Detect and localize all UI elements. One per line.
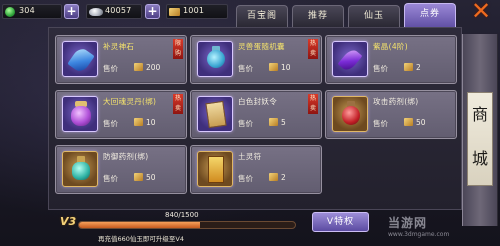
item-slot [197, 41, 233, 77]
vip-progress-fill [79, 222, 200, 228]
item-card[interactable]: 防御药剂(绑) 售价 50 [55, 145, 187, 194]
ticket-icon [269, 118, 278, 126]
item-price: 200 [146, 63, 161, 72]
item-price-label: 售价 [238, 119, 253, 128]
tab-treasure-pavilion[interactable]: 百宝阁 [236, 5, 288, 27]
watermark: 当游网 www.3dmgame.com [388, 214, 449, 238]
watermark-text: 当游网 [388, 216, 428, 230]
item-price: 50 [416, 118, 426, 127]
item-name: 攻击药剂(绑) [373, 97, 419, 106]
ticket-balance: 1001 [166, 4, 228, 19]
item-card[interactable]: 土灵符 售价 2 [190, 145, 322, 194]
item-price-label: 售价 [238, 64, 253, 73]
hot-badge: 热卖 [308, 39, 318, 59]
hot-badge: 热卖 [308, 94, 318, 114]
ticket-icon [269, 63, 278, 71]
silver-value: 40057 [105, 6, 132, 15]
shop-title: 商城 [471, 105, 488, 168]
item-name: 大回魂灵丹(绑) [103, 97, 157, 106]
item-name: 土灵符 [238, 152, 262, 161]
teal-potion-icon [72, 162, 90, 180]
tab-jade[interactable]: 仙玉 [348, 5, 400, 27]
item-card[interactable]: 大回魂灵丹(绑) 售价 10 热卖 [55, 90, 187, 139]
close-button[interactable]: ✕ [466, 0, 496, 24]
items-panel: 补灵神石 售价 200 限购 灵兽蛋随机囊 售价 10 热卖 紫晶(4阶) 售价… [48, 27, 462, 210]
vip-progress-bar [78, 221, 296, 229]
vip-progress-text: 840/1500 [165, 211, 199, 219]
item-price-label: 售价 [103, 174, 118, 183]
vip-privilege-button[interactable]: V特权 [312, 212, 369, 232]
ticket-icon [404, 118, 413, 126]
add-silver-button[interactable]: + [145, 4, 160, 19]
purple-jar-icon [71, 106, 91, 126]
blue-flask-icon [207, 50, 225, 68]
tab-tickets[interactable]: 点券 [404, 3, 456, 28]
seal-scroll-icon [205, 100, 227, 129]
item-card[interactable]: 白色封妖令 售价 5 热卖 [190, 90, 322, 139]
item-price: 2 [281, 173, 286, 182]
item-price: 2 [416, 63, 421, 72]
close-icon: ✕ [470, 0, 492, 25]
item-card[interactable]: 补灵神石 售价 200 限购 [55, 35, 187, 84]
item-card[interactable]: 灵兽蛋随机囊 售价 10 热卖 [190, 35, 322, 84]
shop-title-scroll: 商城 [467, 92, 493, 186]
item-price: 5 [281, 118, 286, 127]
item-price: 10 [146, 118, 156, 127]
item-slot [197, 96, 233, 132]
item-name: 灵兽蛋随机囊 [238, 42, 285, 51]
jade-value: 304 [19, 6, 35, 15]
item-name: 防御药剂(绑) [103, 152, 149, 161]
ticket-icon [134, 63, 143, 71]
red-potion-icon [342, 106, 360, 125]
tab-recommended[interactable]: 推荐 [292, 5, 344, 27]
hot-badge: 热卖 [173, 94, 183, 114]
item-price: 10 [281, 63, 291, 72]
jade-icon [5, 7, 15, 17]
ticket-icon [134, 173, 143, 181]
silver-balance: 40057 [86, 4, 142, 19]
talisman-icon [208, 156, 224, 183]
currency-bar: 304 + 40057 + 1001 [0, 0, 232, 24]
item-name: 紫晶(4阶) [373, 42, 408, 51]
ticket-icon [169, 8, 180, 16]
item-name: 补灵神石 [103, 42, 135, 51]
vip-level-badge: V3 [60, 215, 77, 228]
limited-badge: 限购 [173, 39, 183, 59]
vip-bar: V3 840/1500 再充值660仙玉即可升级至V4 V特权 当游网 www.… [0, 208, 500, 246]
add-jade-button[interactable]: + [64, 4, 79, 19]
shop-tabs: 百宝阁 推荐 仙玉 点券 [236, 3, 456, 28]
ticket-icon [404, 63, 413, 71]
blue-crystal-icon [67, 45, 95, 75]
purple-gem-icon [337, 47, 363, 73]
item-slot [62, 41, 98, 77]
jade-balance: 304 [2, 4, 62, 19]
item-price: 50 [146, 173, 156, 182]
item-slot [62, 151, 98, 187]
item-card[interactable]: 紫晶(4阶) 售价 2 [325, 35, 457, 84]
ticket-value: 1001 [183, 6, 205, 15]
item-name: 白色封妖令 [238, 97, 277, 106]
item-slot [332, 41, 368, 77]
item-slot [197, 151, 233, 187]
item-slot [62, 96, 98, 132]
item-price-label: 售价 [103, 119, 118, 128]
watermark-url: www.3dmgame.com [388, 231, 450, 238]
vip-upgrade-note: 再充值660仙玉即可升级至V4 [98, 235, 184, 243]
item-card[interactable]: 攻击药剂(绑) 售价 50 [325, 90, 457, 139]
item-price-label: 售价 [373, 64, 388, 73]
ticket-icon [269, 173, 278, 181]
ticket-icon [134, 118, 143, 126]
silver-icon [89, 8, 103, 16]
item-price-label: 售价 [373, 119, 388, 128]
item-slot [332, 96, 368, 132]
item-price-label: 售价 [238, 174, 253, 183]
item-price-label: 售价 [103, 64, 118, 73]
